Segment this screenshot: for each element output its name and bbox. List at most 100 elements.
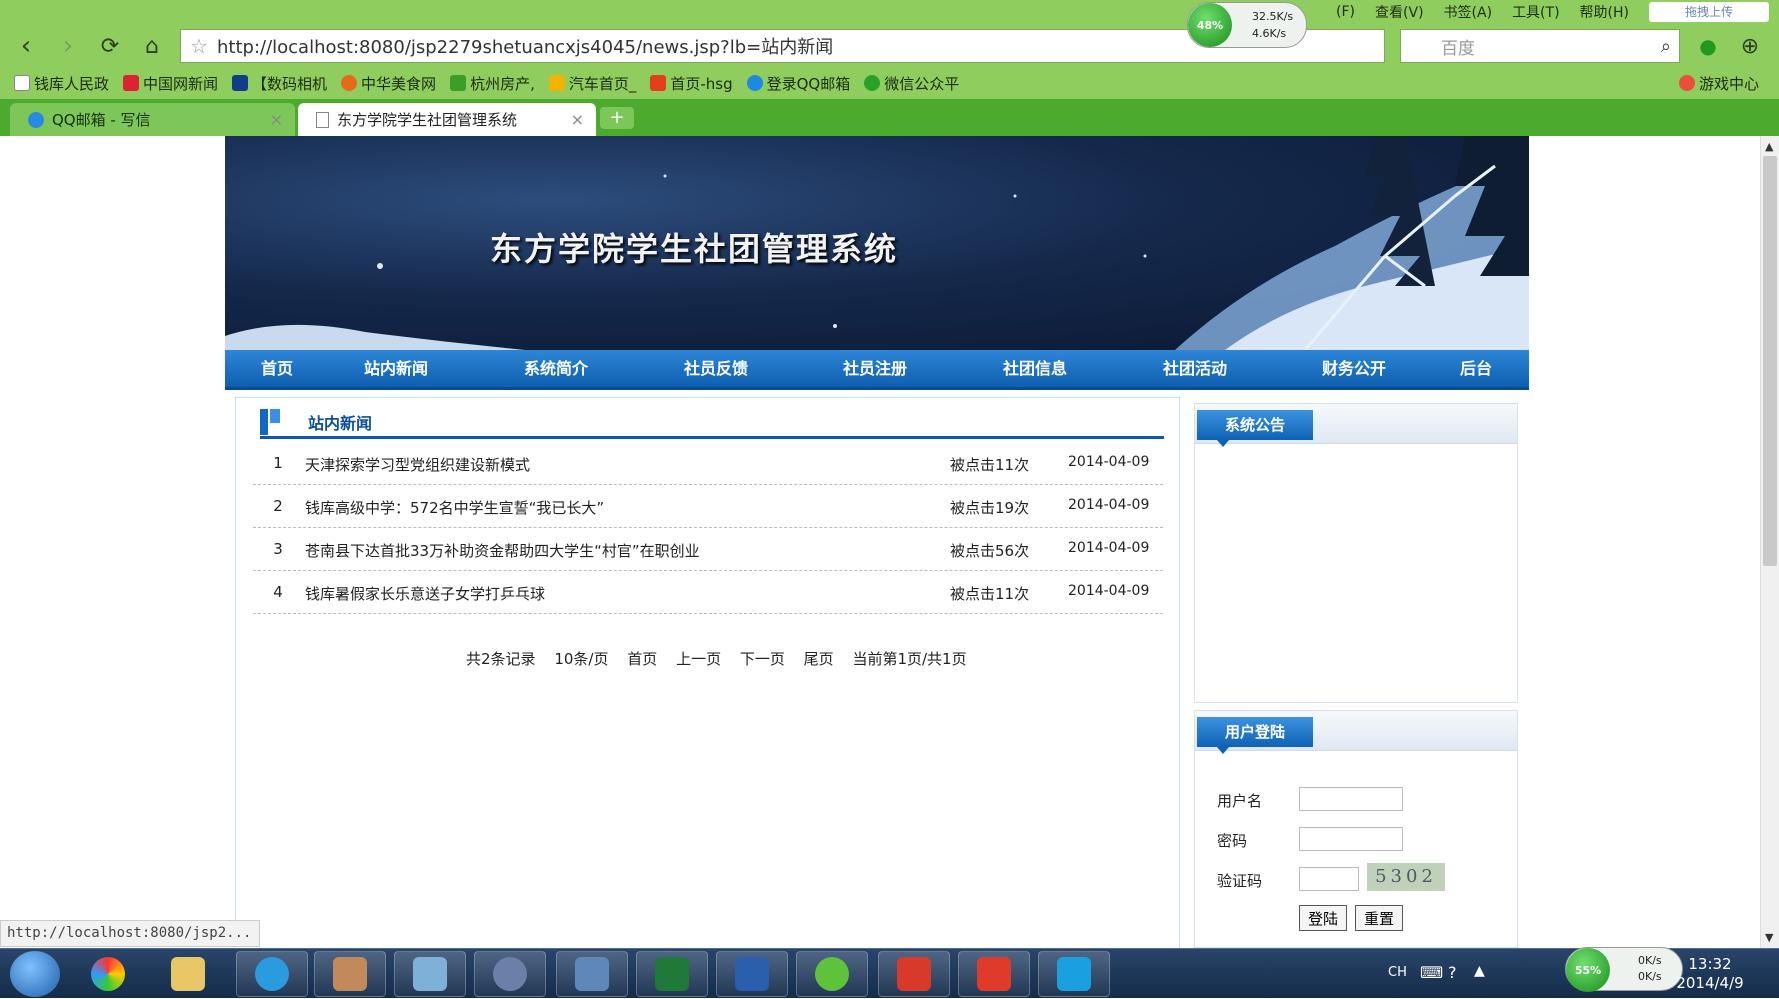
taskbar-app[interactable] (314, 951, 386, 997)
taskbar-app[interactable] (1038, 951, 1110, 997)
ime-indicator[interactable]: CH (1388, 965, 1407, 980)
new-tab-button[interactable]: + (600, 107, 634, 129)
nav-system-intro[interactable]: 系统简介 (524, 350, 588, 387)
bookmark-star-icon[interactable]: ☆ (181, 34, 217, 58)
menu-file[interactable]: (F) (1336, 4, 1355, 20)
nav-club-activities[interactable]: 社团活动 (1163, 350, 1227, 387)
username-input[interactable] (1299, 787, 1403, 811)
bookmark-item[interactable]: 钱库人民政 (14, 73, 109, 94)
news-title-link[interactable]: 天津探索学习型党组织建设新模式 (305, 454, 530, 475)
start-button[interactable] (10, 951, 60, 997)
next-page-link[interactable]: 下一页 (740, 650, 785, 668)
star-icon (663, 174, 667, 178)
site-icon (450, 75, 467, 91)
bookmark-item[interactable]: 中华美食网 (341, 73, 436, 94)
news-hits: 被点击19次 (950, 499, 1030, 517)
nav-admin[interactable]: 后台 (1460, 350, 1492, 387)
tab-current[interactable]: 东方学院学生社团管理系统 × (298, 103, 596, 136)
taskbar-app[interactable] (556, 951, 628, 997)
taskbar-app[interactable] (474, 951, 546, 997)
tab-qq-mail[interactable]: QQ邮箱 - 写信 × (10, 103, 295, 136)
taskbar-app[interactable] (236, 951, 308, 997)
help-icon[interactable]: ? (1448, 963, 1457, 982)
add-circle-icon[interactable]: ⊕ (1734, 30, 1766, 62)
close-tab-icon[interactable]: × (571, 110, 584, 129)
keyboard-icon[interactable]: ⌨ (1420, 963, 1443, 982)
home-icon[interactable]: ⌂ (136, 30, 168, 62)
speed-percent: 48% (1188, 3, 1232, 47)
menu-tools[interactable]: 工具(T) (1512, 2, 1559, 22)
news-row[interactable]: 1 天津探索学习型党组织建设新模式 被点击11次 2014-04-09 (253, 442, 1163, 485)
nav-home[interactable]: 首页 (261, 350, 293, 387)
last-page-link[interactable]: 尾页 (804, 650, 834, 668)
page-icon (316, 111, 329, 128)
menu-view[interactable]: 查看(V) (1375, 2, 1424, 22)
refresh-icon[interactable]: ⟳ (94, 30, 126, 62)
first-page-link[interactable]: 首页 (627, 650, 657, 668)
news-number: 4 (273, 583, 283, 601)
menu-help[interactable]: 帮助(H) (1580, 2, 1629, 22)
bookmark-item[interactable]: 汽车首页_ (548, 73, 636, 94)
news-title-link[interactable]: 苍南县下达首批33万补助资金帮助四大学生“村官”在职创业 (305, 540, 700, 561)
taskbar-app[interactable] (796, 951, 868, 997)
bookmark-item[interactable]: 登录QQ邮箱 (746, 73, 850, 94)
taskbar-app[interactable] (152, 951, 224, 997)
taskbar-app[interactable] (72, 951, 144, 997)
password-input[interactable] (1299, 827, 1403, 851)
forward-icon[interactable]: › (52, 30, 84, 62)
bookmark-item[interactable]: 【数码相机 (232, 73, 327, 94)
tray-speed-percent: 55% (1566, 948, 1610, 992)
taskbar-clock[interactable]: 13:32 2014/4/9 (1660, 955, 1760, 993)
taskbar-app[interactable] (878, 951, 950, 997)
captcha-input[interactable] (1299, 867, 1359, 891)
news-row[interactable]: 2 钱库高级中学：572名中学生宣誓“我已长大” 被点击19次 2014-04-… (253, 485, 1163, 528)
address-url[interactable]: http://localhost:8080/jsp2279shetuancxjs… (217, 33, 833, 59)
news-hits: 被点击11次 (950, 585, 1030, 603)
bookmark-item[interactable]: 微信公众平 (864, 73, 959, 94)
bookmark-item[interactable]: 首页-hsg (650, 73, 733, 94)
bookmarks-bar: 钱库人民政 中国网新闻 【数码相机 中华美食网 杭州房产, 汽车首页_ 首页-h… (0, 69, 1779, 97)
nav-club-info[interactable]: 社团信息 (1003, 350, 1067, 387)
game-center-link[interactable]: 游戏中心 (1678, 73, 1759, 94)
browser-icon (255, 957, 289, 991)
taskbar-app[interactable] (394, 951, 466, 997)
news-title-link[interactable]: 钱库高级中学：572名中学生宣誓“我已长大” (305, 497, 604, 518)
tray-expand-icon[interactable]: ▲ (1474, 963, 1485, 979)
scroll-thumb[interactable] (1763, 156, 1777, 566)
nav-member-register[interactable]: 社员注册 (843, 350, 907, 387)
back-icon[interactable]: ‹ (10, 30, 42, 62)
baidu-music-icon (1057, 957, 1091, 991)
search-box[interactable]: 百度 ⌕ (1400, 29, 1680, 63)
nav-finance-public[interactable]: 财务公开 (1322, 350, 1386, 387)
page-indicator: 当前第1页/共1页 (852, 650, 967, 668)
captcha-image[interactable]: 5302 (1367, 863, 1445, 891)
app-icon (977, 957, 1011, 991)
menu-bar: (F) 查看(V) 书签(A) 工具(T) 帮助(H) 拖拽上传 (1326, 0, 1779, 24)
bookmark-item[interactable]: 中国网新闻 (123, 73, 218, 94)
scroll-down-icon[interactable]: ▼ (1765, 931, 1773, 944)
reset-button[interactable]: 重置 (1355, 905, 1403, 931)
page-scrollbar[interactable]: ▲ ▼ (1760, 136, 1779, 948)
taskbar-app[interactable] (636, 951, 708, 997)
news-row[interactable]: 3 苍南县下达首批33万补助资金帮助四大学生“村官”在职创业 被点击56次 20… (253, 528, 1163, 571)
news-row[interactable]: 4 钱库暑假家长乐意送子女学打乒乓球 被点击11次 2014-04-09 (253, 571, 1163, 614)
nav-site-news[interactable]: 站内新闻 (364, 350, 428, 387)
scroll-up-icon[interactable]: ▲ (1765, 140, 1773, 153)
cloud-upload-button[interactable]: 拖拽上传 (1649, 2, 1769, 22)
news-title-link[interactable]: 钱库暑假家长乐意送子女学打乒乓球 (305, 583, 545, 604)
app-icon (91, 957, 125, 991)
site-icon (650, 75, 667, 91)
taskbar-app[interactable] (958, 951, 1030, 997)
network-speed-widget[interactable]: 48% 32.5K/s 4.6K/s (1187, 2, 1307, 48)
site-icon (232, 75, 249, 91)
menu-bookmarks[interactable]: 书签(A) (1444, 2, 1493, 22)
close-tab-icon[interactable]: × (270, 110, 283, 129)
upload-speed: 32.5K/s (1252, 10, 1294, 23)
wechat-icon[interactable]: ● (1692, 30, 1724, 62)
login-button[interactable]: 登陆 (1299, 905, 1347, 931)
search-icon[interactable]: ⌕ (1661, 36, 1671, 57)
bookmark-item[interactable]: 杭州房产, (450, 73, 535, 94)
nav-member-feedback[interactable]: 社员反馈 (684, 350, 748, 387)
taskbar-app[interactable] (716, 951, 788, 997)
prev-page-link[interactable]: 上一页 (676, 650, 721, 668)
